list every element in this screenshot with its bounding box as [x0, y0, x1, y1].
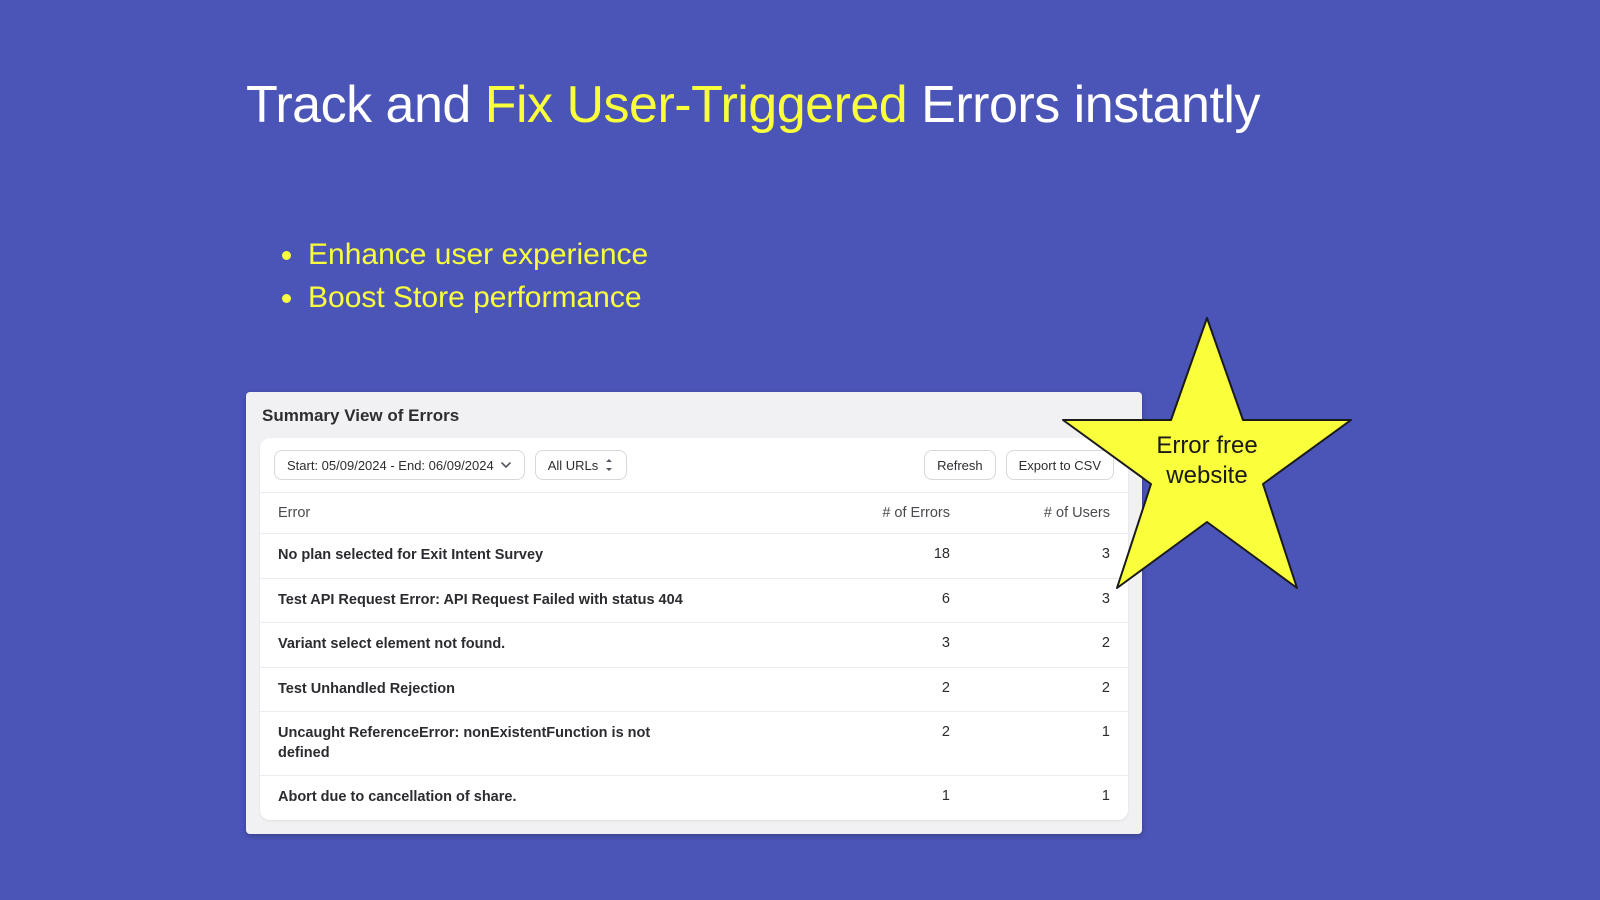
feature-bullet-item: Enhance user experience	[306, 234, 648, 277]
panel-toolbar: Start: 05/09/2024 - End: 06/09/2024 All …	[260, 438, 1128, 492]
col-header-error: Error	[278, 505, 790, 521]
col-header-num-errors: # of Errors	[790, 505, 950, 521]
cell-error: No plan selected for Exit Intent Survey	[278, 546, 698, 566]
errors-card: Start: 05/09/2024 - End: 06/09/2024 All …	[260, 438, 1128, 820]
table-row[interactable]: Uncaught ReferenceError: nonExistentFunc…	[260, 711, 1128, 775]
panel-title: Summary View of Errors	[246, 392, 1142, 438]
cell-error: Test Unhandled Rejection	[278, 680, 698, 700]
table-header: Error # of Errors # of Users	[260, 492, 1128, 533]
cell-error: Variant select element not found.	[278, 635, 698, 655]
feature-bullet-item: Boost Store performance	[306, 277, 648, 320]
cell-num-errors: 6	[790, 591, 950, 607]
cell-num-users: 2	[950, 635, 1110, 651]
cell-num-errors: 3	[790, 635, 950, 651]
star-badge-text: Error free website	[1052, 308, 1362, 608]
errors-panel: Summary View of Errors Start: 05/09/2024…	[246, 392, 1142, 834]
cell-error: Uncaught ReferenceError: nonExistentFunc…	[278, 724, 698, 763]
cell-error: Abort due to cancellation of share.	[278, 788, 698, 808]
headline-accent: Fix User-Triggered	[485, 76, 908, 134]
table-row[interactable]: Test API Request Error: API Request Fail…	[260, 578, 1128, 623]
refresh-button[interactable]: Refresh	[924, 450, 996, 480]
star-badge: Error free website	[1052, 308, 1362, 608]
star-line1: Error free	[1156, 432, 1257, 459]
headline-part2: Errors instantly	[907, 76, 1260, 134]
page-headline: Track and Fix User-Triggered Errors inst…	[246, 70, 1286, 140]
cell-error: Test API Request Error: API Request Fail…	[278, 591, 698, 611]
table-row[interactable]: Abort due to cancellation of share. 1 1	[260, 775, 1128, 820]
cell-num-users: 1	[950, 788, 1110, 804]
cell-num-users: 2	[950, 680, 1110, 696]
cell-num-errors: 2	[790, 724, 950, 740]
sort-icon	[604, 458, 614, 472]
star-line2: website	[1166, 462, 1247, 489]
url-filter-label: All URLs	[548, 459, 599, 472]
date-range-label: Start: 05/09/2024 - End: 06/09/2024	[287, 459, 494, 472]
table-row[interactable]: Test Unhandled Rejection 2 2	[260, 667, 1128, 712]
feature-bullet-list: Enhance user experience Boost Store perf…	[278, 234, 648, 319]
url-filter-select[interactable]: All URLs	[535, 450, 628, 480]
cell-num-errors: 2	[790, 680, 950, 696]
cell-num-errors: 18	[790, 546, 950, 562]
table-row[interactable]: No plan selected for Exit Intent Survey …	[260, 533, 1128, 578]
cell-num-errors: 1	[790, 788, 950, 804]
cell-num-users: 1	[950, 724, 1110, 740]
headline-part1: Track and	[246, 76, 485, 134]
date-range-select[interactable]: Start: 05/09/2024 - End: 06/09/2024	[274, 450, 525, 480]
table-row[interactable]: Variant select element not found. 3 2	[260, 622, 1128, 667]
chevron-down-icon	[500, 459, 512, 471]
